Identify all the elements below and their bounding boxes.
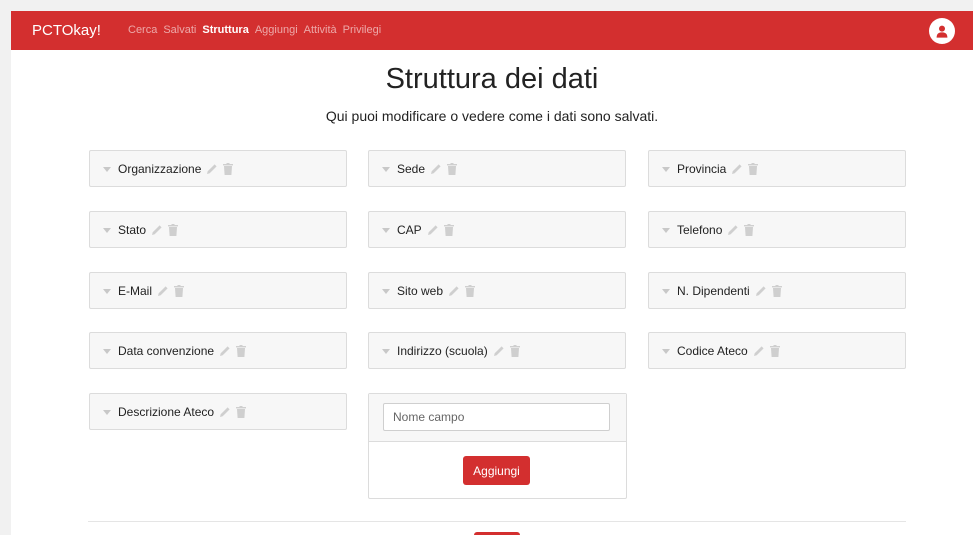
field-label: CAP: [397, 222, 422, 237]
field-header[interactable]: E-Mail: [103, 273, 185, 308]
trash-icon[interactable]: [236, 344, 247, 357]
field-card-descrizione-ateco[interactable]: Descrizione Ateco: [89, 393, 347, 430]
field-label: Organizzazione: [118, 161, 202, 176]
user-menu-button[interactable]: [929, 18, 955, 44]
trash-icon[interactable]: [174, 284, 185, 297]
field-header[interactable]: Provincia: [662, 151, 759, 186]
chevron-down-icon[interactable]: [662, 227, 670, 233]
field-header[interactable]: Codice Ateco: [662, 333, 780, 368]
field-header[interactable]: Telefono: [662, 212, 755, 247]
chevron-down-icon[interactable]: [103, 409, 111, 415]
pencil-icon[interactable]: [219, 406, 231, 418]
field-card-codice-ateco[interactable]: Codice Ateco: [648, 332, 906, 369]
chevron-down-icon[interactable]: [103, 348, 111, 354]
trash-icon[interactable]: [236, 405, 247, 418]
nav-links: Cerca Salvati Struttura Aggiungi Attivit…: [128, 22, 381, 39]
pencil-icon[interactable]: [427, 224, 439, 236]
trash-icon[interactable]: [223, 162, 234, 175]
nav-link-salvati[interactable]: Salvati: [163, 22, 196, 39]
field-label: N. Dipendenti: [677, 283, 750, 298]
trash-icon[interactable]: [465, 284, 476, 297]
field-header[interactable]: Sito web: [382, 273, 476, 308]
chevron-down-icon[interactable]: [382, 227, 390, 233]
field-label: Provincia: [677, 161, 727, 176]
field-card-e-mail[interactable]: E-Mail: [89, 272, 347, 309]
trash-icon[interactable]: [769, 344, 780, 357]
trash-icon[interactable]: [443, 223, 454, 236]
field-card-stato[interactable]: Stato: [89, 211, 347, 248]
field-header[interactable]: Stato: [103, 212, 179, 247]
field-label: Indirizzo (scuola): [397, 343, 488, 358]
field-label: Telefono: [677, 222, 723, 237]
navbar: PCTOkay! Cerca Salvati Struttura Aggiung…: [11, 11, 973, 50]
field-header[interactable]: Descrizione Ateco: [103, 394, 247, 429]
field-card-cap[interactable]: CAP: [368, 211, 626, 248]
pencil-icon[interactable]: [206, 163, 218, 175]
page: PCTOkay! Cerca Salvati Struttura Aggiung…: [11, 11, 973, 535]
field-label: Sito web: [397, 283, 444, 298]
add-field-input-area: [369, 394, 626, 442]
chevron-down-icon[interactable]: [662, 288, 670, 294]
pencil-icon[interactable]: [731, 163, 743, 175]
field-label: Stato: [118, 222, 147, 237]
field-header[interactable]: Data convenzione: [103, 333, 247, 368]
field-label: Sede: [397, 161, 426, 176]
nav-link-cerca[interactable]: Cerca: [128, 22, 157, 39]
trash-icon[interactable]: [771, 284, 782, 297]
pencil-icon[interactable]: [448, 285, 460, 297]
chevron-down-icon[interactable]: [662, 166, 670, 172]
field-label: Data convenzione: [118, 343, 215, 358]
pencil-icon[interactable]: [157, 285, 169, 297]
trash-icon[interactable]: [447, 162, 458, 175]
section-divider: [88, 521, 906, 522]
field-card-n-dipendenti[interactable]: N. Dipendenti: [648, 272, 906, 309]
nav-link-aggiungi[interactable]: Aggiungi: [255, 22, 298, 39]
field-card-organizzazione[interactable]: Organizzazione: [89, 150, 347, 187]
chevron-down-icon[interactable]: [103, 166, 111, 172]
pencil-icon[interactable]: [430, 163, 442, 175]
pencil-icon[interactable]: [493, 345, 505, 357]
field-header[interactable]: CAP: [382, 212, 454, 247]
field-label: Codice Ateco: [677, 343, 748, 358]
nav-link-privilegi[interactable]: Privilegi: [343, 22, 382, 39]
field-header[interactable]: Indirizzo (scuola): [382, 333, 520, 368]
pencil-icon[interactable]: [219, 345, 231, 357]
chevron-down-icon[interactable]: [662, 348, 670, 354]
page-title: Struttura dei dati: [385, 63, 599, 95]
trash-icon[interactable]: [744, 223, 755, 236]
user-icon: [936, 25, 948, 38]
trash-icon[interactable]: [168, 223, 179, 236]
field-header[interactable]: N. Dipendenti: [662, 273, 782, 308]
chevron-down-icon[interactable]: [382, 166, 390, 172]
nav-link-struttura[interactable]: Struttura: [202, 22, 248, 39]
field-header[interactable]: Organizzazione: [103, 151, 234, 186]
add-field-card: Aggiungi: [368, 393, 627, 499]
field-card-sito-web[interactable]: Sito web: [368, 272, 626, 309]
field-label: E-Mail: [118, 283, 153, 298]
trash-icon[interactable]: [748, 162, 759, 175]
field-card-telefono[interactable]: Telefono: [648, 211, 906, 248]
field-header[interactable]: Sede: [382, 151, 458, 186]
page-subtitle: Qui puoi modificare o vedere come i dati…: [325, 108, 659, 124]
add-field-button[interactable]: Aggiungi: [463, 456, 530, 485]
pencil-icon[interactable]: [727, 224, 739, 236]
pencil-icon[interactable]: [753, 345, 765, 357]
field-name-input[interactable]: [383, 403, 610, 431]
field-card-sede[interactable]: Sede: [368, 150, 626, 187]
brand-link[interactable]: PCTOkay!: [32, 21, 101, 40]
pencil-icon[interactable]: [151, 224, 163, 236]
chevron-down-icon[interactable]: [382, 288, 390, 294]
chevron-down-icon[interactable]: [103, 288, 111, 294]
chevron-down-icon[interactable]: [382, 348, 390, 354]
pencil-icon[interactable]: [755, 285, 767, 297]
field-card-indirizzo-scuola[interactable]: Indirizzo (scuola): [368, 332, 626, 369]
trash-icon[interactable]: [509, 344, 520, 357]
chevron-down-icon[interactable]: [103, 227, 111, 233]
field-card-data-convenzione[interactable]: Data convenzione: [89, 332, 347, 369]
field-card-provincia[interactable]: Provincia: [648, 150, 906, 187]
field-label: Descrizione Ateco: [118, 404, 215, 419]
nav-link-attivita[interactable]: Attività: [304, 22, 337, 39]
